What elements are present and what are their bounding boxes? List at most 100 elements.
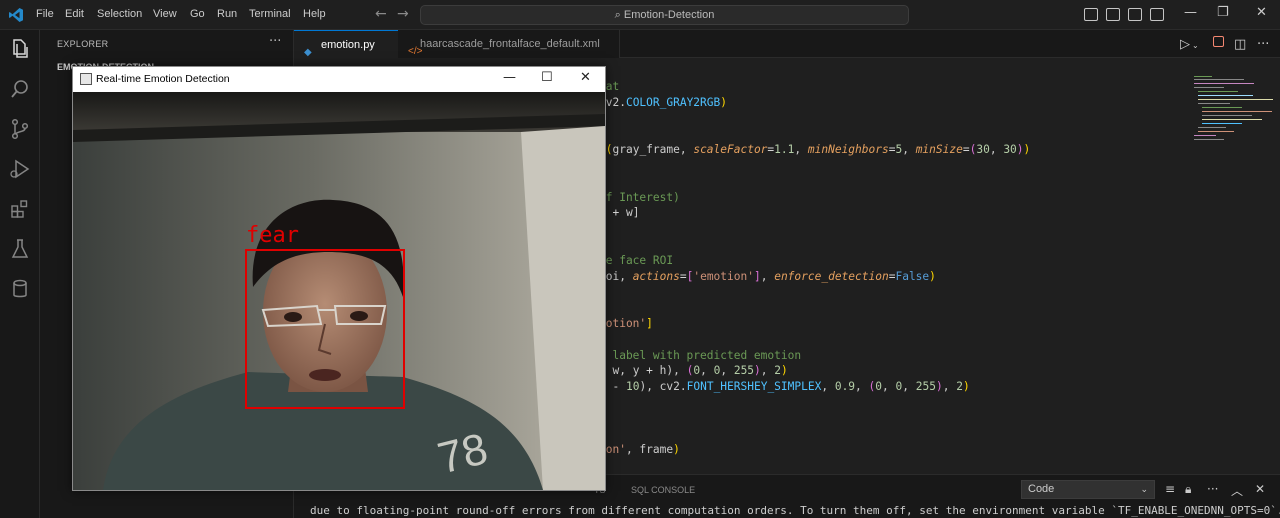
minimap[interactable] — [1190, 74, 1280, 154]
forward-arrow-icon[interactable]: → — [397, 6, 409, 22]
code-token: , — [902, 143, 916, 157]
minimize-window-icon[interactable]: — — [1184, 5, 1197, 20]
camera-minimize-icon[interactable]: — — [503, 70, 516, 85]
toggle-secondary-sidebar-icon[interactable] — [1128, 8, 1142, 21]
run-python-file-icon[interactable]: ▷ — [1180, 37, 1190, 52]
menu-file[interactable]: File — [36, 8, 54, 20]
code-token: 0.9 — [834, 380, 856, 394]
clear-output-icon[interactable]: ≡ — [1165, 482, 1175, 496]
code-token: ) — [754, 364, 761, 378]
code-token: ) — [781, 364, 788, 378]
output-more-icon[interactable]: ··· — [1207, 482, 1218, 496]
activity-bar — [0, 30, 40, 518]
code-token: = — [679, 269, 687, 283]
source-control-icon[interactable] — [8, 117, 32, 141]
code-token: ) — [1023, 143, 1031, 157]
back-arrow-icon[interactable]: ← — [375, 6, 387, 22]
window-app-icon — [80, 73, 92, 85]
search-icon[interactable] — [8, 77, 32, 101]
code-token: ) — [1016, 143, 1024, 157]
camera-maximize-icon[interactable]: ☐ — [541, 70, 553, 85]
command-center-search[interactable]: ⌕ Emotion-Detection — [420, 5, 909, 25]
code-token: minNeighbors — [807, 143, 889, 157]
maximize-panel-icon[interactable]: ︿ — [1231, 482, 1243, 499]
split-editor-icon[interactable]: ◫ — [1234, 37, 1246, 52]
code-token: he face ROI — [599, 253, 674, 267]
output-channel-select[interactable]: Code ⌄ — [1021, 480, 1155, 499]
code-token: w] — [619, 206, 640, 220]
code-token: scaleFactor — [693, 143, 768, 157]
menu-run[interactable]: Run — [217, 8, 237, 20]
code-line: ion', frame) — [599, 443, 680, 456]
code-token: of Interest) — [599, 190, 680, 204]
close-panel-icon[interactable]: ✕ — [1255, 482, 1265, 496]
code-line: roi, actions=['emotion'], enforce_detect… — [599, 270, 936, 283]
toggle-panel-icon[interactable] — [1106, 8, 1120, 21]
camera-close-icon[interactable]: ✕ — [580, 70, 591, 85]
menu-selection[interactable]: Selection — [97, 8, 142, 20]
title-bar: File Edit Selection View Go Run Terminal… — [0, 0, 1280, 30]
code-token: = — [962, 143, 970, 157]
close-window-icon[interactable]: ✕ — [1256, 5, 1267, 20]
code-line: of Interest) — [599, 191, 680, 204]
explorer-more-actions-icon[interactable]: ··· — [269, 34, 281, 49]
camera-window[interactable]: Real-time Emotion Detection — ☐ ✕ 78 fea… — [72, 66, 606, 491]
code-token: ) — [962, 380, 970, 394]
panel-tab-sql-console[interactable]: SQL CONSOLE — [631, 485, 695, 495]
code-line: y - 10), cv2.FONT_HERSHEY_SIMPLEX, 0.9, … — [599, 380, 970, 393]
code-token: FONT_HERSHEY_SIMPLEX — [686, 380, 822, 394]
tab-label: haarcascade_frontalface_default.xml — [420, 38, 600, 50]
code-token: COLOR_GRAY2RGB — [625, 95, 721, 109]
lock-scroll-icon[interactable]: 🔒︎ — [1185, 482, 1191, 497]
code-token: 1.1 — [774, 143, 795, 157]
extensions-icon[interactable] — [8, 197, 32, 221]
code-token: ] — [646, 317, 653, 330]
person-mouth — [309, 369, 341, 381]
code-line: e(gray_frame, scaleFactor=1.1, minNeighb… — [599, 143, 1030, 156]
menu-view[interactable]: View — [153, 8, 177, 20]
code-token: 30 — [1003, 143, 1017, 157]
code-token: ) — [720, 95, 727, 109]
code-token: , — [794, 143, 808, 157]
testing-flask-icon[interactable] — [8, 237, 32, 261]
toggle-primary-sidebar-icon[interactable] — [1084, 8, 1098, 21]
code-token: actions — [632, 269, 680, 283]
code-token: , — [989, 143, 1004, 157]
code-token: 30 — [976, 143, 990, 157]
explorer-title: EXPLORER — [57, 39, 109, 49]
code-token: ] — [753, 269, 761, 283]
run-and-debug-icon[interactable] — [8, 157, 32, 181]
code-token: ) — [673, 443, 680, 457]
code-token: , frame — [625, 443, 674, 457]
restore-window-icon[interactable]: ❐ — [1217, 5, 1229, 20]
command-center-label: Emotion-Detection — [623, 9, 715, 21]
camera-feed: 78 fear — [73, 92, 605, 490]
customize-layout-icon[interactable] — [1150, 8, 1164, 21]
code-token: 'emotion' — [693, 269, 754, 283]
menu-help[interactable]: Help — [303, 8, 326, 20]
output-channel-value: Code — [1028, 483, 1055, 495]
code-line: + w, y + h), (0, 0, 255), 2) — [599, 364, 788, 377]
code-token: , — [882, 380, 896, 394]
menu-terminal[interactable]: Terminal — [249, 8, 291, 20]
emotion-label: fear — [246, 223, 299, 248]
code-line: he face ROI — [599, 254, 673, 267]
code-token: minSize — [915, 143, 963, 157]
stop-icon[interactable] — [1213, 36, 1224, 47]
menu-go[interactable]: Go — [190, 8, 205, 20]
code-token: , — [821, 380, 835, 394]
explorer-files-icon[interactable] — [8, 37, 32, 61]
more-actions-icon[interactable]: ··· — [1257, 37, 1269, 52]
code-token: , — [855, 380, 869, 394]
code-token: False — [895, 269, 930, 283]
code-token: w, y — [605, 364, 647, 378]
database-icon[interactable] — [8, 277, 32, 301]
tab-haarcascade-xml[interactable]: </> haarcascade_frontalface_default.xml — [398, 30, 620, 58]
search-icon: ⌕ — [614, 9, 624, 21]
code-token: , — [720, 364, 734, 378]
camera-window-titlebar[interactable]: Real-time Emotion Detection — ☐ ✕ — [73, 67, 605, 92]
menu-edit[interactable]: Edit — [65, 8, 84, 20]
tab-emotion-py[interactable]: ◆ emotion.py — [294, 30, 398, 58]
run-dropdown-chevron-icon[interactable]: ⌄ — [1192, 41, 1199, 50]
